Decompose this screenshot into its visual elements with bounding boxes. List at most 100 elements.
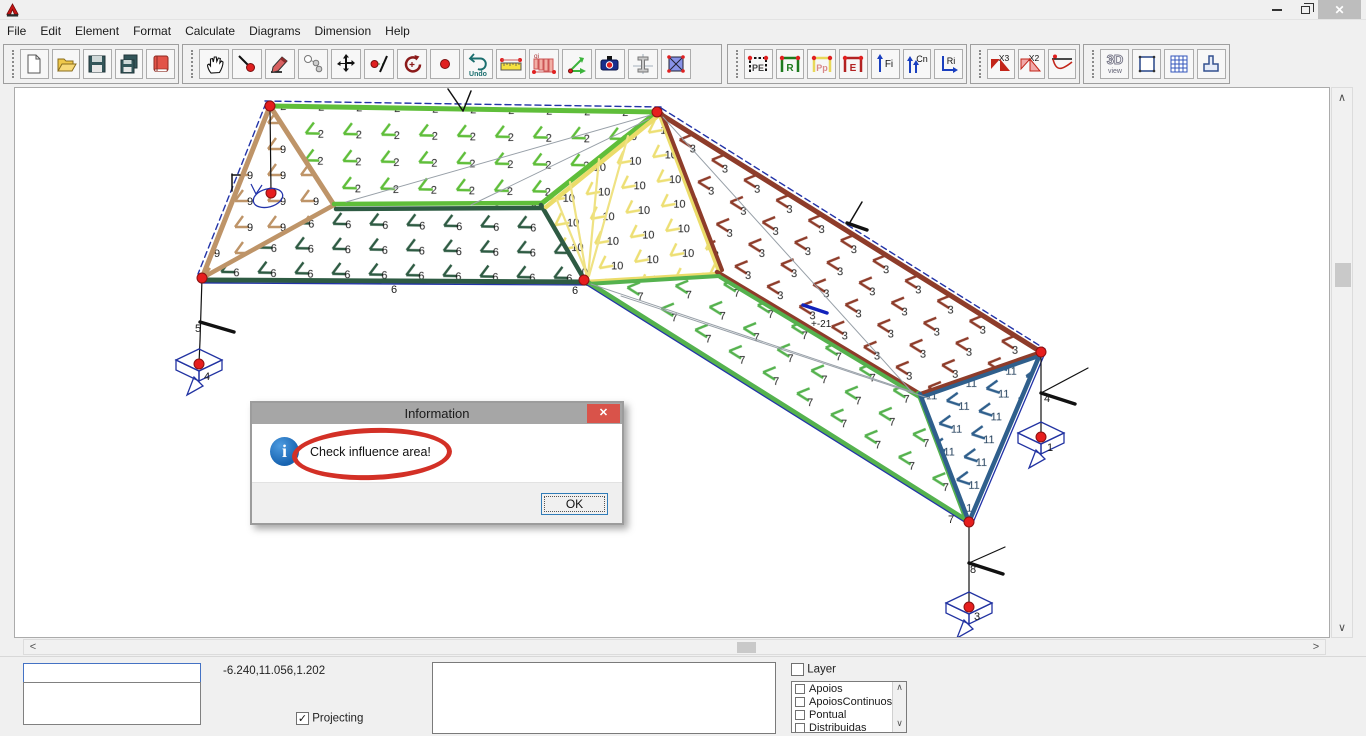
- influence-line-button[interactable]: [1048, 49, 1076, 79]
- drawing-canvas[interactable]: 269103711667544183+-21: [14, 87, 1330, 638]
- load-r-button[interactable]: R: [776, 49, 805, 79]
- local-axes-button[interactable]: [562, 49, 592, 79]
- layer-scroll-down-icon[interactable]: ∨: [893, 718, 906, 732]
- dialog-close-button[interactable]: ✕: [587, 404, 620, 423]
- menu-item-help[interactable]: Help: [378, 21, 417, 41]
- load-pe-button[interactable]: PE: [744, 49, 773, 79]
- vertical-scroll-thumb[interactable]: [1335, 263, 1351, 287]
- diagram-x2-button[interactable]: X2: [1018, 49, 1046, 79]
- scroll-right-icon[interactable]: >: [1309, 641, 1323, 653]
- support-view-button[interactable]: [1197, 49, 1226, 79]
- layer-item-label: ApoiosContinuos: [809, 696, 892, 708]
- projecting-checkbox[interactable]: ✓: [296, 712, 309, 725]
- layer-item-distribuidas[interactable]: Distribuidas: [792, 721, 906, 733]
- force-fi-button[interactable]: Fi: [871, 49, 900, 79]
- menu-item-dimension[interactable]: Dimension: [307, 21, 378, 41]
- diagram-x3-button[interactable]: X3: [987, 49, 1015, 79]
- split-member-button[interactable]: [364, 49, 394, 79]
- command-history-box[interactable]: [23, 682, 201, 725]
- model-edge: [1041, 368, 1088, 393]
- layer-item-apoioscontinuos[interactable]: ApoiosContinuos: [792, 695, 906, 708]
- vertical-scrollbar[interactable]: ∧ ∨: [1331, 87, 1353, 638]
- model-node[interactable]: [1036, 347, 1046, 357]
- load-e-button[interactable]: E: [839, 49, 868, 79]
- layer-label: Layer: [807, 664, 836, 676]
- rotate-button[interactable]: [397, 49, 427, 79]
- rigid-link-button[interactable]: [595, 49, 625, 79]
- render-box-icon: [1136, 53, 1158, 75]
- layer-item-apoios[interactable]: Apoios: [792, 682, 906, 695]
- svg-text:Pp: Pp: [816, 63, 828, 73]
- save-all-button[interactable]: [115, 49, 144, 79]
- menu-item-diagrams[interactable]: Diagrams: [242, 21, 307, 41]
- select-node-button[interactable]: [232, 49, 262, 79]
- scroll-up-icon[interactable]: ∧: [1332, 91, 1352, 104]
- layer-list[interactable]: ApoiosApoiosContinuosPontualDistribuidas…: [791, 681, 907, 733]
- scroll-down-icon[interactable]: ∨: [1332, 621, 1352, 634]
- model-node[interactable]: [652, 107, 662, 117]
- menu-item-edit[interactable]: Edit: [33, 21, 68, 41]
- menu-item-element[interactable]: Element: [68, 21, 126, 41]
- model-node[interactable]: [265, 101, 275, 111]
- close-button[interactable]: ✕: [1318, 0, 1361, 19]
- force-cn-button[interactable]: Cn: [903, 49, 932, 79]
- load-pp-button[interactable]: Pp: [807, 49, 836, 79]
- materials-book-button[interactable]: [146, 49, 175, 79]
- dialog-body: i Check influence area!: [252, 424, 622, 482]
- new-document-button[interactable]: [20, 49, 49, 79]
- restore-button[interactable]: [1292, 0, 1318, 19]
- model-label: 1: [1047, 442, 1053, 454]
- edit-member-button[interactable]: [265, 49, 295, 79]
- layer-item-checkbox[interactable]: [795, 697, 805, 707]
- scroll-left-icon[interactable]: <: [26, 641, 40, 653]
- horizontal-scrollbar[interactable]: < >: [23, 639, 1326, 655]
- support-node[interactable]: [194, 359, 204, 369]
- toolbar: Undo qi PE R Pp E Fi Cn Ri X3 X2 3Dview: [0, 42, 1366, 87]
- pan-hand-button[interactable]: [199, 49, 229, 79]
- model-node[interactable]: [197, 273, 207, 283]
- render-view-button[interactable]: [1132, 49, 1161, 79]
- undo-button[interactable]: Undo: [463, 49, 493, 79]
- support-node[interactable]: [1036, 432, 1046, 442]
- support-node[interactable]: [964, 602, 974, 612]
- toolbar-panel-file: [3, 44, 179, 84]
- plate-element-button[interactable]: [661, 49, 691, 79]
- view-3d-icon: 3Dview: [1102, 51, 1128, 77]
- insert-node-button[interactable]: [430, 49, 460, 79]
- layer-item-checkbox[interactable]: [795, 684, 805, 694]
- section-properties-button[interactable]: [628, 49, 658, 79]
- grid-view-button[interactable]: [1164, 49, 1193, 79]
- layer-item-pontual[interactable]: Pontual: [792, 708, 906, 721]
- svg-text:3D: 3D: [1106, 52, 1123, 67]
- menu-item-format[interactable]: Format: [126, 21, 178, 41]
- polyline-nodes-button[interactable]: [298, 49, 328, 79]
- open-project-button[interactable]: [52, 49, 81, 79]
- model-edge: [849, 202, 862, 224]
- model-node[interactable]: [579, 275, 589, 285]
- save-button[interactable]: [83, 49, 112, 79]
- status-panel: -6.240,11.056,1.202 ✓ Projecting Layer A…: [0, 656, 1366, 736]
- layer-item-checkbox[interactable]: [795, 723, 805, 733]
- ibeam-section-icon: [632, 53, 654, 75]
- red-ellipse-annotation: [291, 425, 453, 483]
- layer-checkbox[interactable]: [791, 663, 804, 676]
- layer-scroll-up-icon[interactable]: ∧: [893, 682, 906, 696]
- layer-item-label: Apoios: [809, 683, 843, 695]
- save-all-icon: [118, 53, 140, 75]
- command-input[interactable]: [23, 663, 201, 683]
- view-3d-button[interactable]: 3Dview: [1100, 49, 1129, 79]
- ok-button[interactable]: OK: [541, 493, 608, 515]
- move-button[interactable]: [331, 49, 361, 79]
- dialog-footer: OK: [252, 482, 622, 523]
- model-node[interactable]: [964, 517, 974, 527]
- reaction-ri-button[interactable]: Ri: [934, 49, 963, 79]
- distributed-load-button[interactable]: qi: [529, 49, 559, 79]
- menu-item-file[interactable]: File: [0, 21, 33, 41]
- layer-list-scrollbar[interactable]: ∧ ∨: [892, 682, 906, 732]
- dimension-ruler-button[interactable]: [496, 49, 526, 79]
- horizontal-scroll-thumb[interactable]: [737, 642, 756, 653]
- svg-text:E: E: [850, 63, 857, 74]
- minimize-button[interactable]: [1262, 0, 1292, 19]
- layer-item-checkbox[interactable]: [795, 710, 805, 720]
- menu-item-calculate[interactable]: Calculate: [178, 21, 242, 41]
